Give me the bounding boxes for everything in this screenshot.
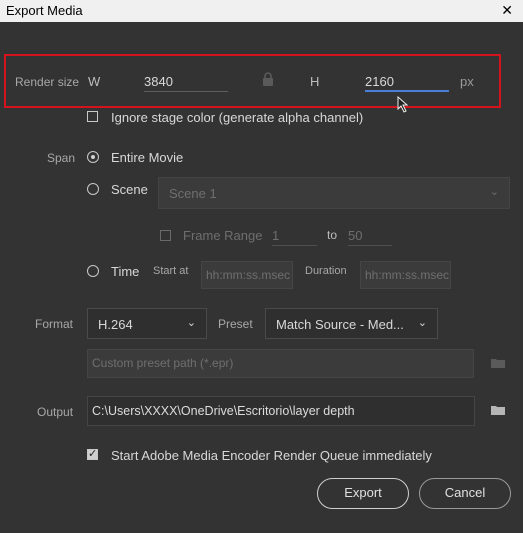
duration-input[interactable]: hh:mm:ss.msec [360, 261, 451, 289]
frame-from-input[interactable]: 1 [272, 224, 317, 246]
window-title: Export Media [6, 3, 83, 18]
folder-icon[interactable] [491, 358, 505, 368]
custom-preset-input[interactable]: Custom preset path (*.epr) [87, 349, 474, 378]
frame-range-label[interactable]: Frame Range [183, 228, 262, 243]
format-label: Format [35, 317, 74, 331]
format-select[interactable]: H.264 ⌄ [87, 308, 207, 339]
output-label: Output [37, 405, 74, 419]
unit-label: px [460, 74, 474, 89]
close-icon[interactable]: ✕ [501, 2, 513, 19]
scene-label[interactable]: Scene [111, 182, 148, 197]
width-input[interactable]: 3840 [144, 70, 228, 92]
render-size-label: Render size [15, 75, 80, 89]
chevron-down-icon: ⌄ [489, 186, 499, 198]
scene-radio[interactable] [87, 183, 99, 195]
duration-label: Duration [305, 265, 347, 277]
width-label: W [88, 74, 101, 89]
scene-select-value: Scene 1 [169, 186, 217, 201]
export-button[interactable]: Export [317, 478, 409, 509]
height-input[interactable]: 2160 [365, 70, 449, 92]
preset-label: Preset [218, 317, 253, 331]
ignore-stage-label[interactable]: Ignore stage color (generate alpha chann… [111, 110, 363, 125]
preset-select-value: Match Source - Med... [276, 317, 404, 332]
format-select-value: H.264 [98, 317, 133, 332]
start-at-input[interactable]: hh:mm:ss.msec [201, 261, 293, 289]
output-path-input[interactable]: C:\Users\XXXX\OneDrive\Escritorio\layer … [87, 396, 475, 426]
ignore-stage-checkbox[interactable] [87, 111, 98, 122]
height-label: H [310, 74, 320, 89]
chevron-down-icon: ⌄ [417, 317, 427, 329]
preset-select[interactable]: Match Source - Med... ⌄ [265, 308, 438, 339]
start-encoder-label[interactable]: Start Adobe Media Encoder Render Queue i… [111, 448, 432, 463]
chevron-down-icon: ⌄ [186, 317, 196, 329]
frame-to-input[interactable]: 50 [348, 224, 392, 246]
scene-select[interactable]: Scene 1 ⌄ [158, 177, 510, 209]
entire-movie-radio[interactable] [87, 151, 99, 163]
lock-icon[interactable] [262, 72, 274, 87]
time-label[interactable]: Time [111, 264, 139, 279]
cancel-button[interactable]: Cancel [419, 478, 511, 509]
start-at-label: Start at [153, 265, 189, 277]
frame-range-checkbox[interactable] [160, 230, 171, 241]
start-encoder-checkbox[interactable] [87, 447, 98, 460]
time-radio[interactable] [87, 265, 99, 277]
mouse-cursor-icon [397, 96, 409, 113]
folder-icon[interactable] [491, 405, 505, 415]
span-label: Span [47, 151, 76, 165]
frame-to-label: to [327, 228, 338, 242]
entire-movie-label[interactable]: Entire Movie [111, 150, 183, 165]
title-bar: Export Media ✕ [0, 0, 523, 22]
